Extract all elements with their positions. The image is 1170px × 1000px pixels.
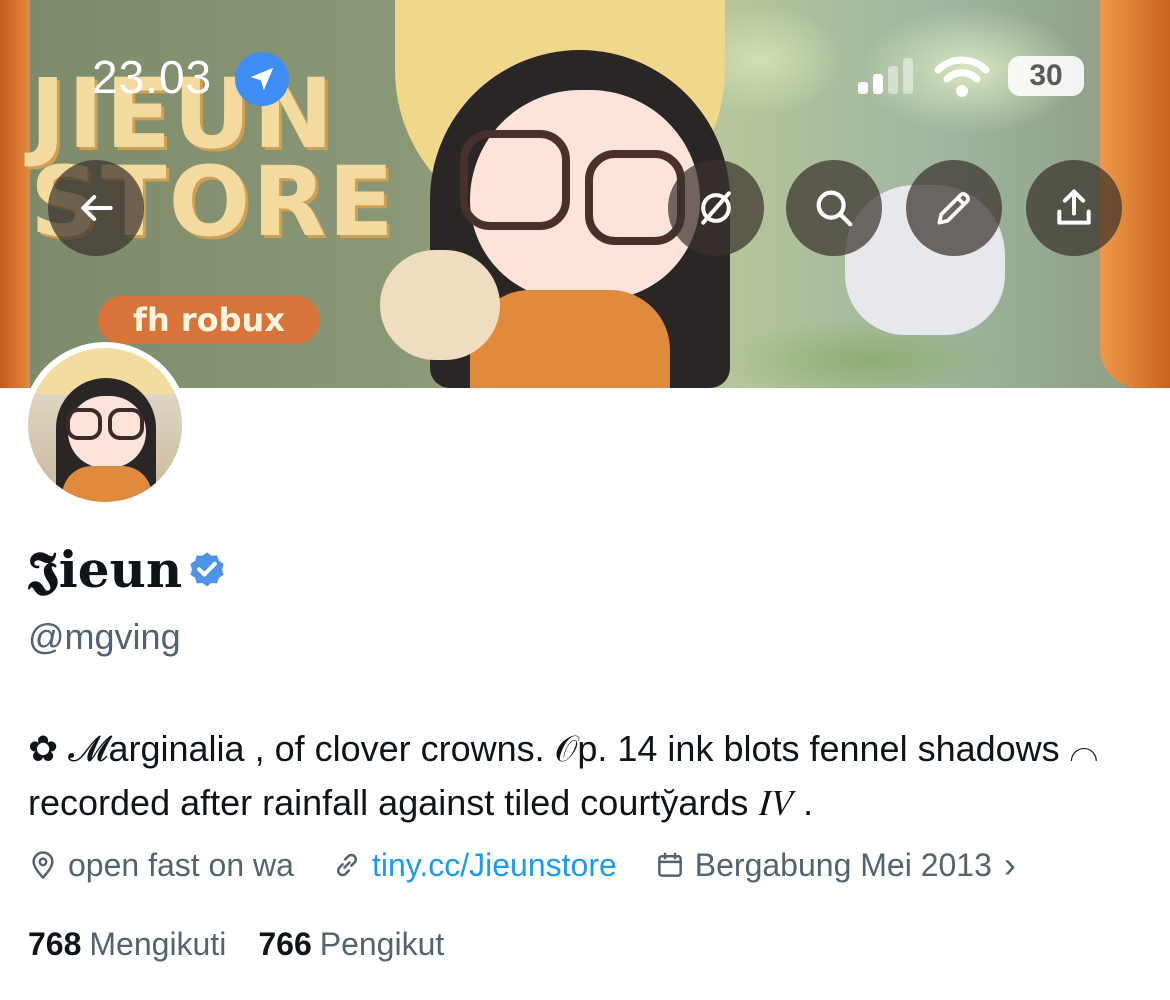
followers-label: Pengikut <box>319 926 445 962</box>
profile-location-text: open fast on wa <box>68 846 294 883</box>
profile-name: 𝕵ieun <box>28 540 183 599</box>
following-label: Mengikuti <box>89 926 227 962</box>
profile-website-link[interactable]: tiny.cc/Jieunstore <box>372 847 617 884</box>
banner-curtain-left <box>0 0 30 388</box>
banner-logo-tag: fh robux <box>98 296 320 344</box>
chevron-right-icon: › <box>1003 844 1016 885</box>
banner-sloth <box>380 250 500 360</box>
search-button[interactable] <box>786 160 882 256</box>
battery-indicator: 30 <box>1008 56 1084 96</box>
followers-stat[interactable]: 766 Pengikut <box>258 926 444 963</box>
following-count: 768 <box>28 926 82 962</box>
profile-meta: open fast on wa tiny.cc/Jieunstore Berga… <box>28 842 1054 888</box>
status-time: 23.03 <box>92 51 213 103</box>
wifi-icon <box>934 56 990 98</box>
profile-joined-text: Bergabung Mei 2013 <box>694 846 992 883</box>
share-icon <box>1057 189 1091 225</box>
link-icon <box>336 853 357 877</box>
location-pin-icon <box>32 851 54 880</box>
arrow-left-icon <box>81 194 113 222</box>
calendar-icon <box>657 852 682 877</box>
banner-character-body <box>470 290 670 388</box>
profile-joined[interactable]: Bergabung Mei 2013 › <box>655 844 1016 886</box>
profile-location: open fast on wa <box>28 847 294 884</box>
profile-stats: 768 Mengikuti 766 Pengikut <box>28 926 476 963</box>
grok-button[interactable] <box>668 160 764 256</box>
followers-count: 766 <box>258 926 312 962</box>
location-arrow-icon <box>235 52 289 106</box>
banner-character-glasses <box>460 130 570 230</box>
profile-website[interactable]: tiny.cc/Jieunstore <box>332 847 617 884</box>
profile-bio: ✿ 𝓜arginalia , of clover crowns. 𝒪p. 14 … <box>28 728 1099 823</box>
back-button[interactable] <box>48 160 144 256</box>
pencil-icon <box>937 192 970 225</box>
avatar-image <box>28 348 182 502</box>
cellular-signal-icon <box>856 56 918 96</box>
following-stat[interactable]: 768 Mengikuti <box>28 926 226 963</box>
share-button[interactable] <box>1026 160 1122 256</box>
profile-handle: @mgving <box>28 616 181 657</box>
profile-avatar[interactable] <box>22 342 188 508</box>
slashed-circle-icon <box>701 191 731 225</box>
edit-button[interactable] <box>906 160 1002 256</box>
search-icon <box>816 190 853 227</box>
verified-badge-icon[interactable] <box>186 548 228 590</box>
